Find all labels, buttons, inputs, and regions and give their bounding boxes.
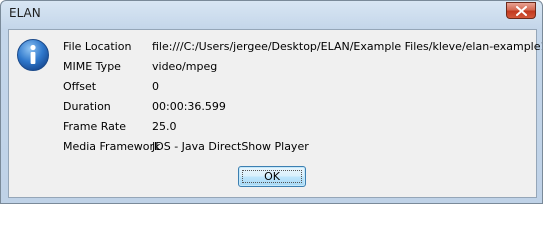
info-label: Duration bbox=[63, 100, 111, 113]
dialog-window: ELAN File Location file:///C:/Users/jerg… bbox=[0, 0, 543, 204]
info-label: Offset bbox=[63, 80, 97, 93]
info-value: 0 bbox=[152, 80, 159, 93]
info-label: File Location bbox=[63, 40, 132, 53]
focus-rect bbox=[242, 170, 302, 183]
title-bar[interactable]: ELAN bbox=[1, 1, 542, 29]
info-value: video/mpeg bbox=[152, 60, 218, 73]
info-label: MIME Type bbox=[63, 60, 121, 73]
close-icon bbox=[516, 6, 527, 16]
ok-button[interactable]: OK bbox=[238, 166, 306, 187]
info-value: JDS - Java DirectShow Player bbox=[152, 140, 309, 153]
info-label: Frame Rate bbox=[63, 120, 126, 133]
dialog-content: File Location file:///C:/Users/jergee/De… bbox=[8, 29, 542, 198]
window-title: ELAN bbox=[9, 6, 41, 20]
info-icon bbox=[17, 39, 49, 71]
close-button[interactable] bbox=[506, 2, 536, 19]
info-label: Media Framework bbox=[63, 140, 161, 153]
info-value: 25.0 bbox=[152, 120, 177, 133]
info-value: file:///C:/Users/jergee/Desktop/ELAN/Exa… bbox=[152, 40, 543, 53]
info-value: 00:00:36.599 bbox=[152, 100, 226, 113]
